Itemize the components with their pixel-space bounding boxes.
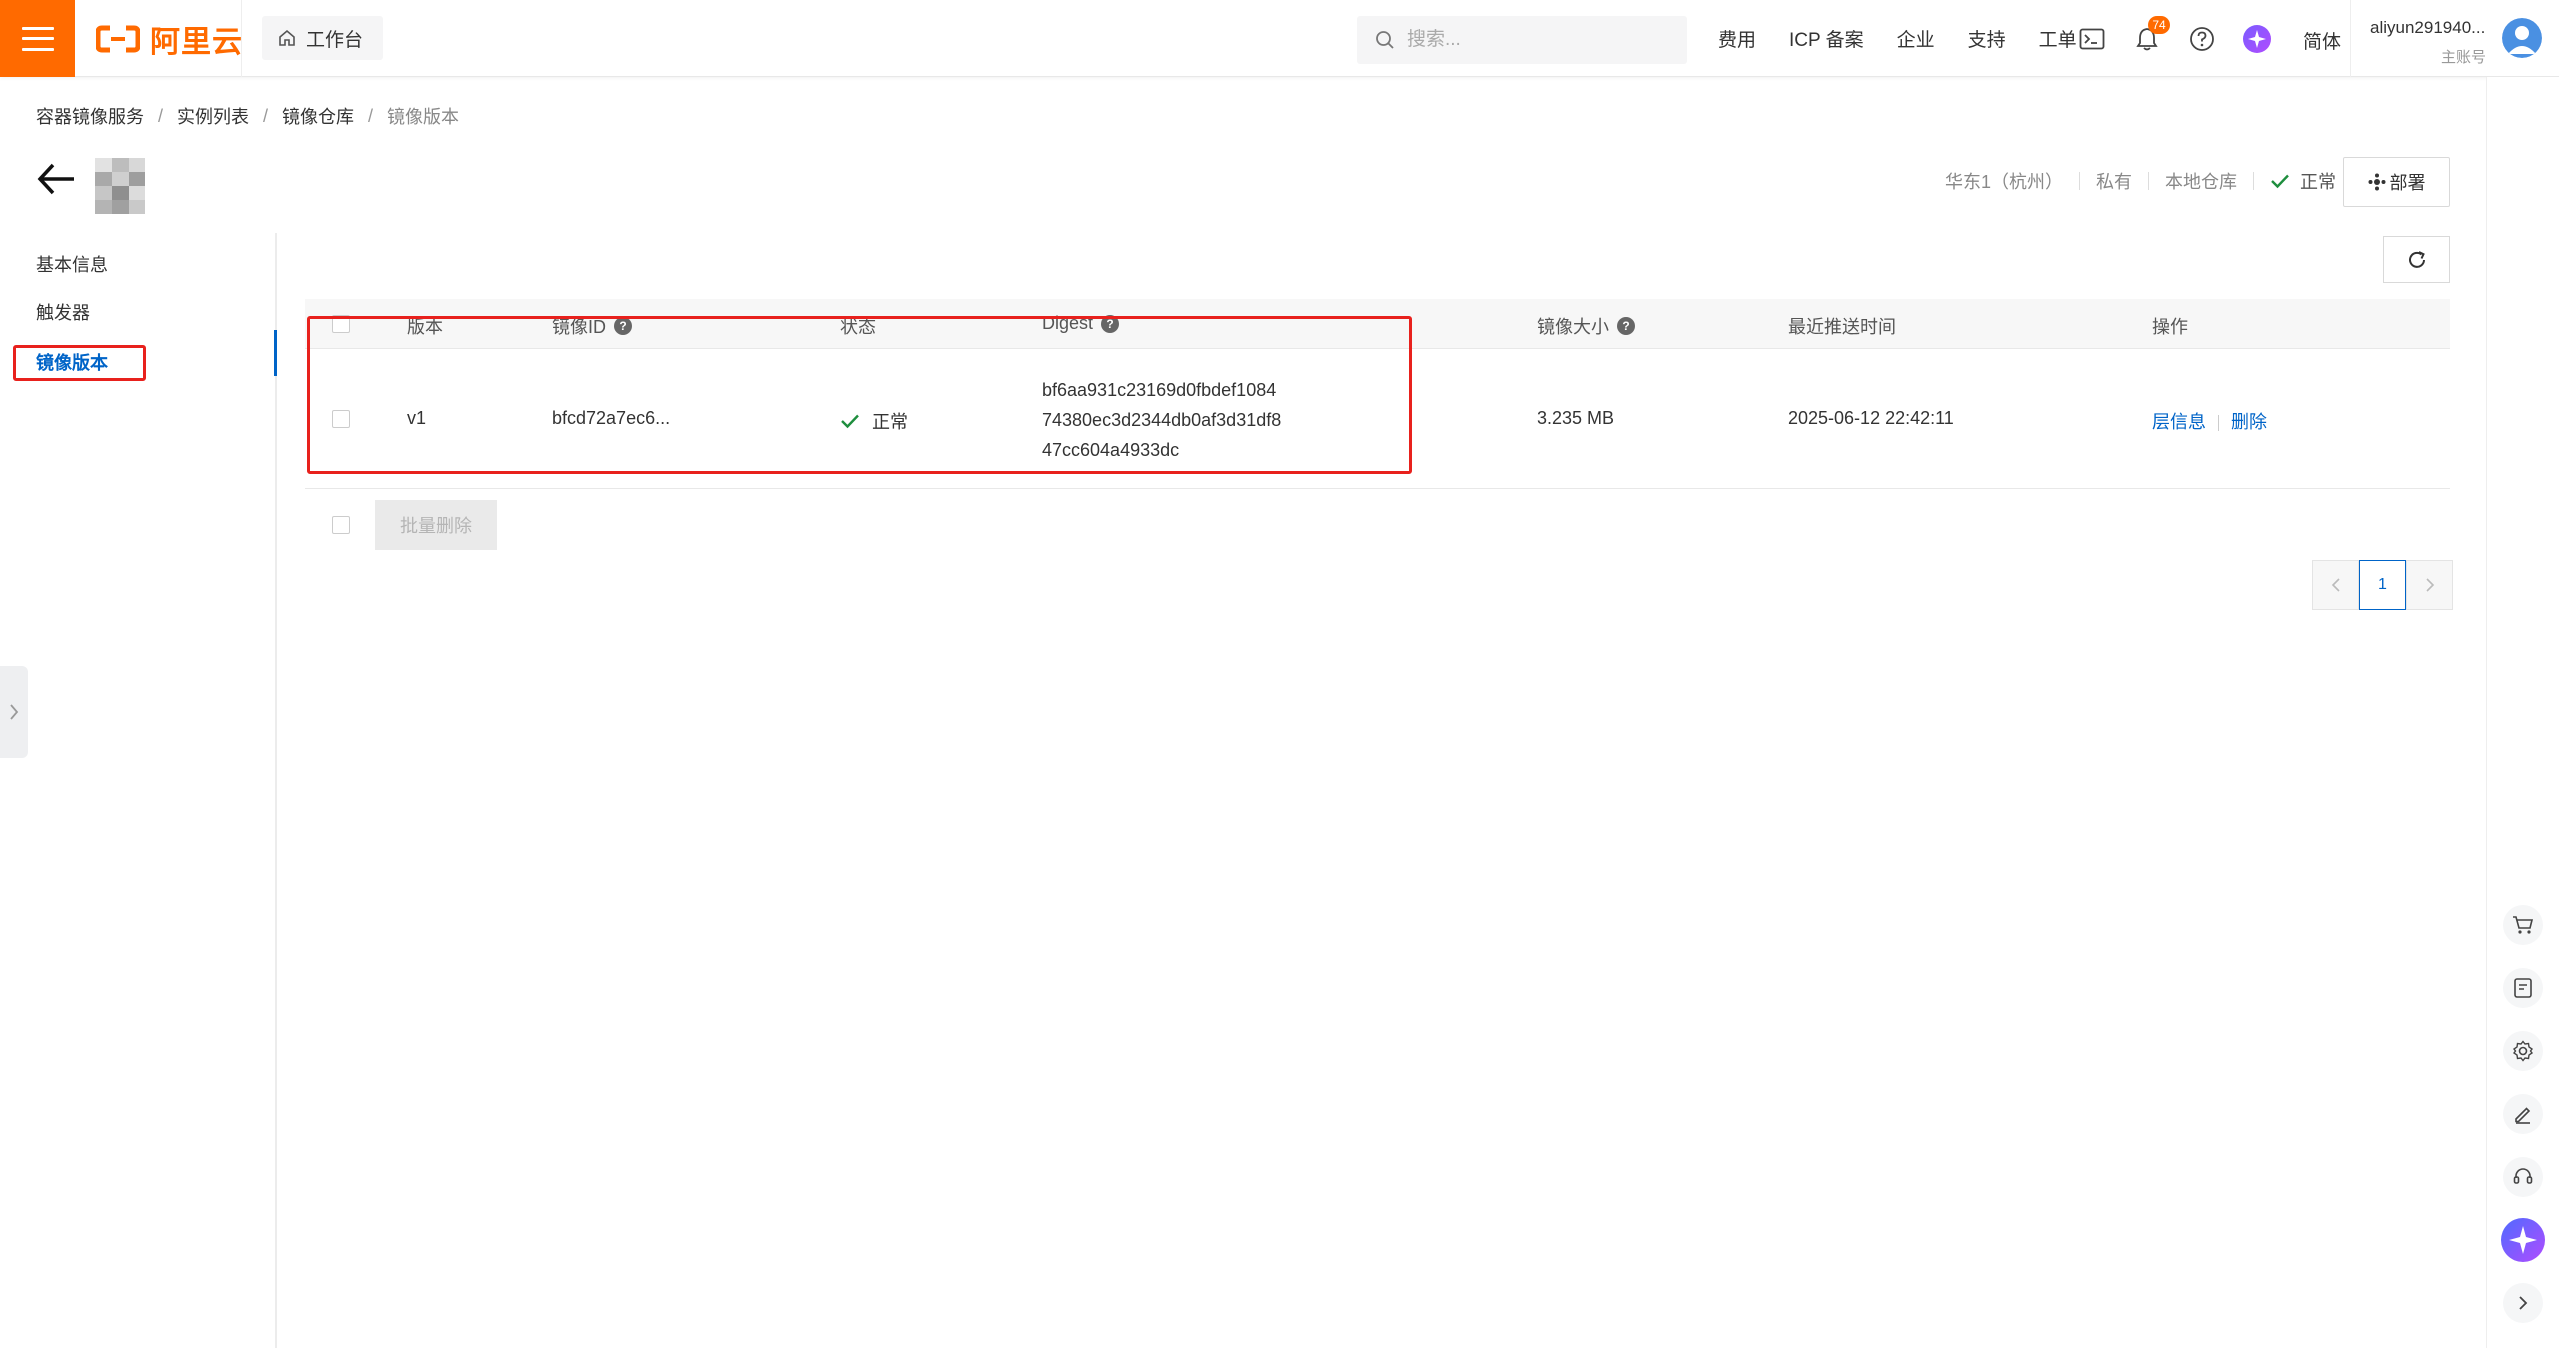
sidebar-expand-button[interactable] <box>0 666 28 758</box>
cart-icon[interactable] <box>2503 905 2543 945</box>
avatar[interactable] <box>2502 18 2542 58</box>
settings-icon[interactable] <box>2503 1031 2543 1071</box>
check-icon <box>2271 174 2289 189</box>
pagination: 1 <box>2312 560 2453 610</box>
repository-name-redacted <box>95 158 145 214</box>
search-bar[interactable] <box>1357 16 1687 64</box>
ai-assistant-icon[interactable] <box>2500 1217 2546 1263</box>
support-icon[interactable] <box>2503 1157 2543 1197</box>
terminal-icon[interactable] <box>2077 24 2107 54</box>
nav-link-enterprise[interactable]: 企业 <box>1897 25 1935 52</box>
ai-assistant-icon[interactable] <box>2242 24 2272 54</box>
cluster-icon <box>2368 173 2385 191</box>
breadcrumb-current: 镜像版本 <box>387 107 460 127</box>
repository-meta: 华东1（杭州） 私有 本地仓库 正常 <box>1945 168 2336 194</box>
workbench-label: 工作台 <box>306 29 364 51</box>
layer-info-link[interactable]: 层信息 <box>2152 412 2206 432</box>
delete-link[interactable]: 删除 <box>2231 412 2267 432</box>
divider <box>2350 0 2351 77</box>
search-input[interactable] <box>1407 29 1657 51</box>
subnav-item-basic-info[interactable]: 基本信息 <box>36 251 108 277</box>
chevron-left-icon <box>2331 578 2340 592</box>
back-button[interactable] <box>36 162 76 196</box>
subnav-item-triggers[interactable]: 触发器 <box>36 299 90 325</box>
cell-pushed-time: 2025-06-12 22:42:11 <box>1788 408 1954 428</box>
language-switch[interactable]: 简体 <box>2303 27 2341 54</box>
document-icon[interactable] <box>2503 968 2543 1008</box>
help-icon[interactable] <box>2187 24 2217 54</box>
cell-operations: 层信息 删除 <box>2152 408 2267 434</box>
notification-button[interactable]: 74 <box>2132 16 2170 54</box>
deploy-button[interactable]: 部署 <box>2343 157 2450 207</box>
refresh-icon <box>2408 250 2425 268</box>
chevron-right-icon <box>2519 1296 2528 1310</box>
repo-type-label: 本地仓库 <box>2165 172 2237 192</box>
logo-text: 阿里云 <box>150 26 243 59</box>
nav-link-support[interactable]: 支持 <box>1968 25 2006 52</box>
help-icon[interactable]: ? <box>1617 317 1635 335</box>
workbench-button[interactable]: 工作台 <box>262 16 384 60</box>
repo-status-label: 正常 <box>2300 172 2336 192</box>
top-nav-links: 费用 ICP 备案 企业 支持 工单 <box>1718 0 2110 77</box>
next-page-button[interactable] <box>2406 560 2453 610</box>
cell-size: 3.235 MB <box>1537 408 1615 428</box>
user-name[interactable]: aliyun291940... <box>2370 18 2485 38</box>
refresh-button[interactable] <box>2383 236 2450 283</box>
column-header-size-label: 镜像大小 <box>1537 317 1609 337</box>
region-label: 华东1（杭州） <box>1944 172 2063 192</box>
highlight-box-nav <box>13 345 146 381</box>
nav-link-icp[interactable]: ICP 备案 <box>1789 25 1864 52</box>
notification-badge: 74 <box>2148 16 2170 34</box>
user-role: 主账号 <box>2441 49 2487 66</box>
collapse-toolbar-button[interactable] <box>2503 1283 2543 1323</box>
breadcrumb-item[interactable]: 容器镜像服务 <box>36 103 144 129</box>
prev-page-button[interactable] <box>2312 560 2359 610</box>
column-header-pushed-time: 最近推送时间 <box>1788 317 1896 337</box>
arrow-left-icon <box>37 163 74 195</box>
column-header-operations: 操作 <box>2152 317 2188 337</box>
subnav-rail <box>275 233 277 1348</box>
batch-select-checkbox[interactable] <box>332 516 350 534</box>
home-icon <box>279 29 295 46</box>
chevron-right-icon <box>10 704 19 720</box>
column-header-size: 镜像大小 ? <box>1537 313 1635 339</box>
menu-icon <box>21 26 54 51</box>
visibility-label: 私有 <box>2096 172 2132 192</box>
edit-icon[interactable] <box>2503 1094 2543 1134</box>
breadcrumb-item[interactable]: 实例列表 <box>177 103 249 129</box>
breadcrumb: 容器镜像服务 / 实例列表 / 镜像仓库 / 镜像版本 <box>36 103 459 129</box>
aliyun-logo-icon <box>96 25 140 53</box>
repo-status: 正常 <box>2270 168 2336 194</box>
menu-button[interactable] <box>0 0 75 77</box>
nav-link-billing[interactable]: 费用 <box>1718 25 1756 52</box>
breadcrumb-item[interactable]: 镜像仓库 <box>282 103 354 129</box>
chevron-right-icon <box>2425 578 2434 592</box>
page-number[interactable]: 1 <box>2359 560 2406 610</box>
aliyun-logo[interactable]: 阿里云 <box>96 22 243 59</box>
search-icon <box>1376 31 1394 49</box>
right-toolbar <box>2486 77 2559 1348</box>
divider <box>241 0 242 77</box>
top-navbar: 阿里云 工作台 费用 ICP 备案 企业 支持 工单 74 简体 aliyun2… <box>0 0 2559 77</box>
batch-delete-button[interactable]: 批量删除 <box>375 500 497 550</box>
subnav-active-indicator <box>274 330 277 376</box>
highlight-box-table <box>307 316 1412 474</box>
deploy-label: 部署 <box>2389 173 2426 193</box>
nav-link-tickets[interactable]: 工单 <box>2039 25 2077 52</box>
